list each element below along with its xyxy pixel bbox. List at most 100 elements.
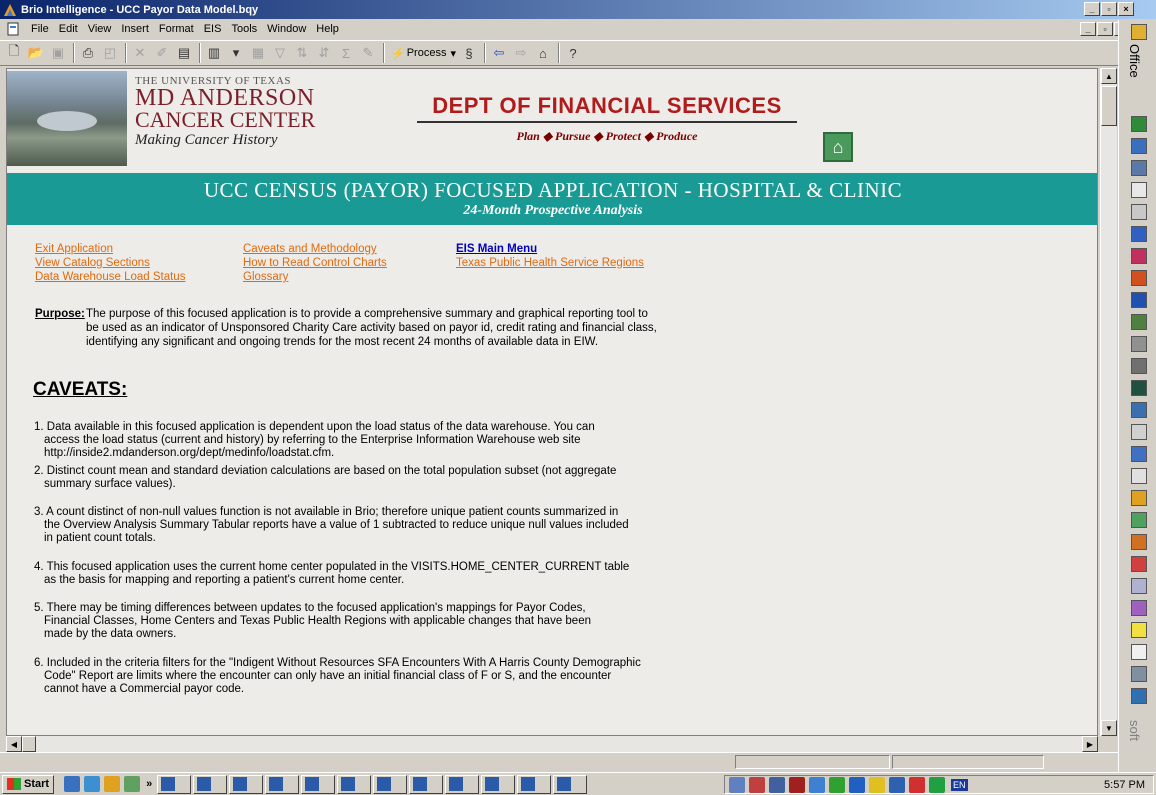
menu-window[interactable]: Window xyxy=(262,23,311,35)
tray-icon[interactable] xyxy=(909,776,925,793)
office-logo-icon[interactable] xyxy=(1131,24,1147,40)
tray-icon[interactable] xyxy=(789,776,805,793)
quicklaunch-more[interactable]: » xyxy=(146,778,152,790)
help-icon[interactable]: ? xyxy=(563,43,583,63)
menu-tools[interactable]: Tools xyxy=(226,23,262,35)
print-preview-icon[interactable]: ◰ xyxy=(100,43,120,63)
glossary-link[interactable]: Glossary xyxy=(243,271,288,283)
doc-restore-button[interactable]: ▫ xyxy=(1097,22,1113,36)
columns-icon[interactable]: ▥ xyxy=(204,43,224,63)
game-icon[interactable] xyxy=(1131,556,1147,572)
taskbar-button[interactable] xyxy=(373,774,408,794)
scroll-thumb[interactable] xyxy=(1101,86,1117,126)
monitor-icon[interactable] xyxy=(1131,336,1147,352)
properties-icon[interactable]: ▦ xyxy=(248,43,268,63)
caveats-link[interactable]: Caveats and Methodology xyxy=(243,243,377,255)
terminal-icon[interactable] xyxy=(1131,380,1147,396)
cut-icon[interactable]: ✕ xyxy=(130,43,150,63)
sort-ascending-icon[interactable]: ⇅ xyxy=(292,43,312,63)
printer-icon[interactable] xyxy=(1131,358,1147,374)
tray-icon[interactable] xyxy=(769,776,785,793)
scroll-up-icon[interactable]: ▲ xyxy=(1101,68,1117,84)
view-catalog-link[interactable]: View Catalog Sections xyxy=(35,257,150,269)
search-icon[interactable] xyxy=(1131,424,1147,440)
filter-icon[interactable]: ▽ xyxy=(270,43,290,63)
clock-icon[interactable] xyxy=(1131,644,1147,660)
tray-icon[interactable] xyxy=(829,776,845,793)
chart-icon[interactable] xyxy=(1131,512,1147,528)
access-icon[interactable] xyxy=(1131,446,1147,462)
doc-minimize-button[interactable]: _ xyxy=(1080,22,1096,36)
music-icon[interactable] xyxy=(124,776,141,792)
light-icon[interactable] xyxy=(1131,622,1147,638)
tray-icon[interactable] xyxy=(849,776,865,793)
new-icon[interactable]: 🗋 xyxy=(4,43,24,63)
maximize-button[interactable]: ▫ xyxy=(1101,2,1117,16)
computer-icon[interactable] xyxy=(1131,666,1147,682)
menu-insert[interactable]: Insert xyxy=(116,23,154,35)
home-button[interactable]: ⌂ xyxy=(823,132,853,162)
menu-edit[interactable]: Edit xyxy=(54,23,83,35)
taskbar-button[interactable] xyxy=(301,774,336,794)
scroll-left-icon[interactable]: ◀ xyxy=(6,736,22,752)
pencil-icon[interactable]: ✎ xyxy=(358,43,378,63)
tray-icon[interactable] xyxy=(869,776,885,793)
control-charts-link[interactable]: How to Read Control Charts xyxy=(243,257,387,269)
document-icon[interactable] xyxy=(1131,578,1147,594)
calculator-icon[interactable] xyxy=(1131,138,1147,154)
grid-icon[interactable]: ▤ xyxy=(174,43,194,63)
browser-icon[interactable] xyxy=(1131,226,1147,242)
paint-icon[interactable] xyxy=(1131,600,1147,616)
taskbar-button[interactable] xyxy=(409,774,444,794)
dropdown-arrow-icon[interactable]: ▾ xyxy=(226,43,246,63)
word-icon[interactable] xyxy=(1131,292,1147,308)
dw-load-status-link[interactable]: Data Warehouse Load Status xyxy=(35,271,185,283)
title-bar[interactable]: Brio Intelligence - UCC Payor Data Model… xyxy=(0,0,1156,19)
clock[interactable]: 5:57 PM xyxy=(1104,779,1145,791)
print-icon[interactable]: ⎙ xyxy=(78,43,98,63)
menu-file[interactable]: File xyxy=(26,23,54,35)
home-icon[interactable]: ⌂ xyxy=(533,43,553,63)
save-icon[interactable]: ▣ xyxy=(48,43,68,63)
image-icon[interactable] xyxy=(1131,534,1147,550)
taskbar-button[interactable] xyxy=(445,774,480,794)
publisher-icon[interactable] xyxy=(1131,248,1147,264)
taskbar-button[interactable] xyxy=(517,774,552,794)
open-icon[interactable]: 📂 xyxy=(26,43,46,63)
network-icon[interactable] xyxy=(1131,160,1147,176)
desktop-icon[interactable] xyxy=(64,776,81,792)
taskbar-button[interactable] xyxy=(553,774,588,794)
scroll-down-icon[interactable]: ▼ xyxy=(1101,720,1117,736)
tray-icon[interactable] xyxy=(809,776,825,793)
language-indicator[interactable]: EN xyxy=(951,778,968,791)
scroll-right-icon[interactable]: ▶ xyxy=(1082,736,1098,752)
tray-icon[interactable] xyxy=(729,776,745,793)
tray-icon[interactable] xyxy=(889,776,905,793)
menu-view[interactable]: View xyxy=(83,23,117,35)
sum-icon[interactable]: Σ xyxy=(336,43,356,63)
users-icon[interactable] xyxy=(1131,402,1147,418)
start-button[interactable]: Start xyxy=(2,774,55,794)
menu-eis[interactable]: EIS xyxy=(199,23,227,35)
forward-icon[interactable]: ⇨ xyxy=(511,43,531,63)
excel-icon[interactable] xyxy=(1131,116,1147,132)
hscroll-thumb[interactable] xyxy=(22,736,36,752)
tray-icon[interactable] xyxy=(929,776,945,793)
exit-application-link[interactable]: Exit Application xyxy=(35,243,113,255)
paste-icon[interactable]: ✐ xyxy=(152,43,172,63)
document-icon[interactable] xyxy=(6,22,20,36)
eis-main-menu-link[interactable]: EIS Main Menu xyxy=(456,243,537,255)
chevron-down-icon[interactable]: ▾ xyxy=(450,47,456,60)
taskbar-button[interactable] xyxy=(337,774,372,794)
minimize-button[interactable]: _ xyxy=(1084,2,1100,16)
tools-icon[interactable] xyxy=(1131,490,1147,506)
taskbar-button[interactable] xyxy=(265,774,300,794)
menu-format[interactable]: Format xyxy=(154,23,199,35)
help-icon[interactable] xyxy=(1131,182,1147,198)
taskbar-button[interactable] xyxy=(193,774,228,794)
vertical-scrollbar[interactable]: ▲ ▼ xyxy=(1100,68,1117,736)
close-button[interactable]: × xyxy=(1118,2,1134,16)
taskbar-button[interactable] xyxy=(157,774,192,794)
taskbar-button[interactable] xyxy=(229,774,264,794)
media-icon[interactable] xyxy=(104,776,121,792)
